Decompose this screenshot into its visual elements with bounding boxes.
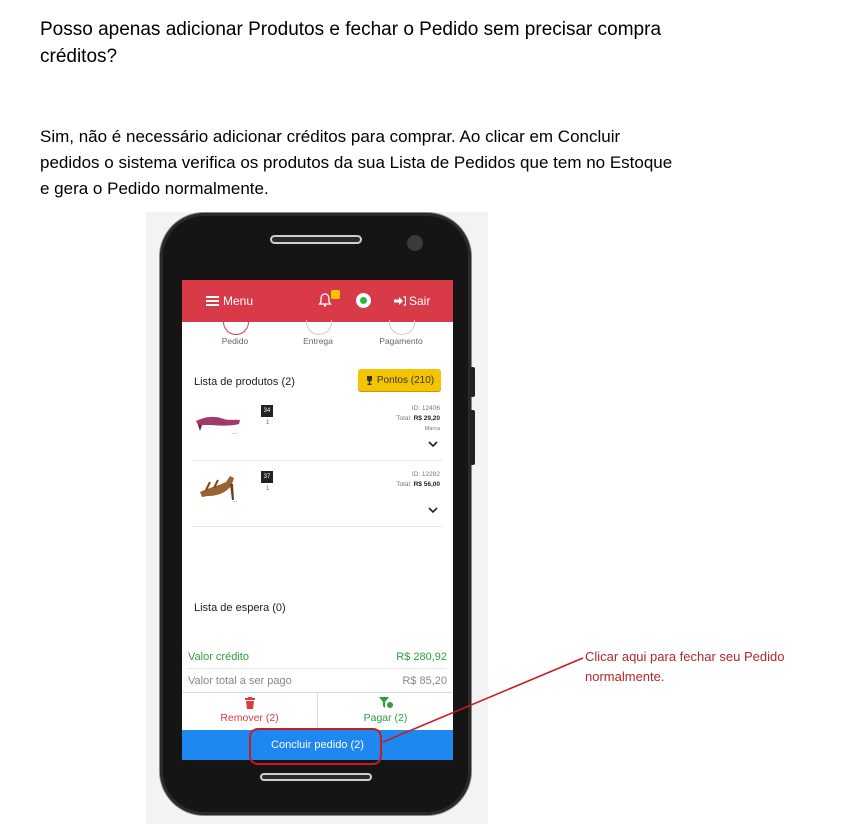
annotation-arrow — [382, 657, 584, 743]
annotation-note: Clicar aqui para fechar seu Pedido norma… — [585, 649, 785, 684]
